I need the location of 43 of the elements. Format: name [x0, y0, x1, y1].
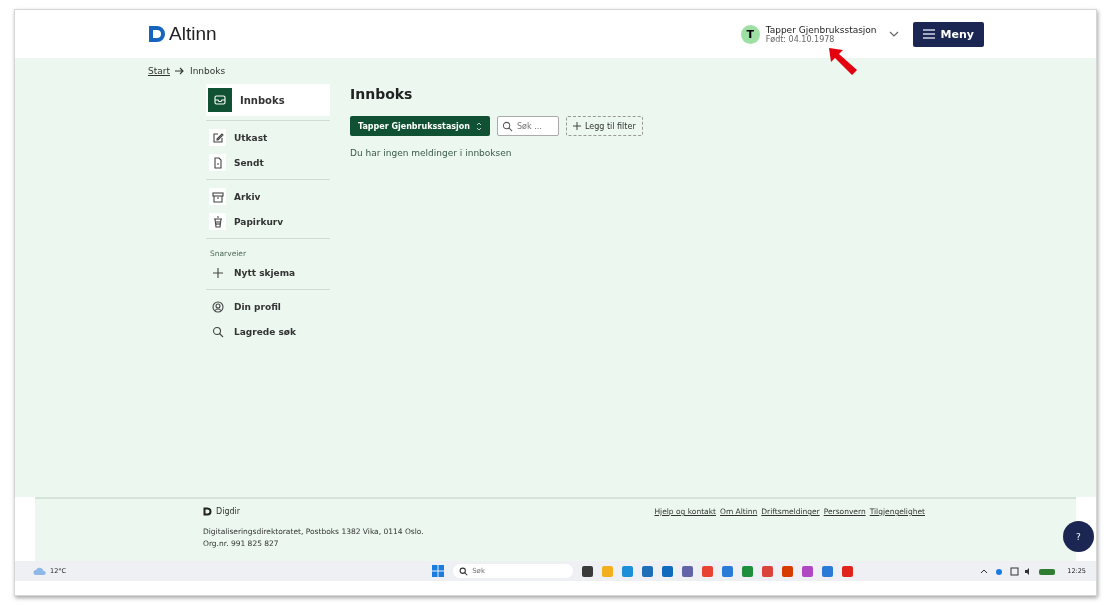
empty-message: Du har ingen meldinger i innboksen [350, 148, 513, 158]
sidebar-item[interactable]: Sendt [206, 150, 330, 175]
app-icon[interactable] [582, 565, 594, 577]
sidebar-item[interactable]: Nytt skjema [206, 260, 330, 285]
sidebar-item[interactable]: Arkiv [206, 184, 330, 209]
logo-text: Altinn [169, 23, 217, 45]
annotation-arrow [826, 45, 859, 76]
start-icon[interactable] [432, 565, 445, 577]
chevron-down-icon [888, 31, 899, 37]
plus-icon [573, 122, 581, 130]
brand-name: Digdir [216, 507, 241, 516]
breadcrumb-link[interactable]: Start [148, 66, 170, 76]
sidebar-item[interactable]: Innboks [206, 84, 330, 116]
trash-icon [209, 213, 226, 230]
profile-icon [209, 298, 226, 315]
app-icon[interactable] [842, 565, 854, 577]
add-filter-button[interactable]: Legg til filter [566, 116, 643, 136]
edit-icon [209, 129, 226, 146]
inbox-icon [208, 88, 232, 112]
document-icon [209, 154, 226, 171]
sidebar-item[interactable]: Papirkurv [206, 209, 330, 234]
sort-icon [476, 121, 482, 131]
digdir-logo-icon [203, 507, 212, 516]
sidebar-item[interactable]: Lagrede søk [206, 319, 330, 344]
search-field[interactable]: Søk ... [497, 116, 559, 136]
account-select[interactable]: Tapper Gjenbruksstasjon [350, 116, 490, 136]
breadcrumb-current: Innboks [190, 66, 226, 76]
user-menu-button[interactable]: T Tapper Gjenbruksstasjon Født: 04.10.1978 [740, 24, 899, 44]
app-icon[interactable] [662, 565, 674, 577]
archive-icon [209, 188, 226, 205]
weather-icon [33, 566, 47, 576]
search-icon [502, 121, 513, 132]
page-title: Innboks [350, 86, 414, 102]
sidebar-item[interactable]: Utkast [206, 125, 330, 150]
menu-button[interactable]: Meny [912, 21, 984, 47]
app-icon[interactable] [642, 565, 654, 577]
menu-icon [922, 29, 935, 39]
altinn-logo-icon [148, 25, 166, 43]
search-icon [459, 566, 469, 576]
help-button[interactable]: ? [1063, 521, 1094, 552]
sidebar-item[interactable]: Din profil [206, 294, 330, 319]
app-icon[interactable] [682, 565, 694, 577]
arrow-icon [175, 67, 185, 75]
